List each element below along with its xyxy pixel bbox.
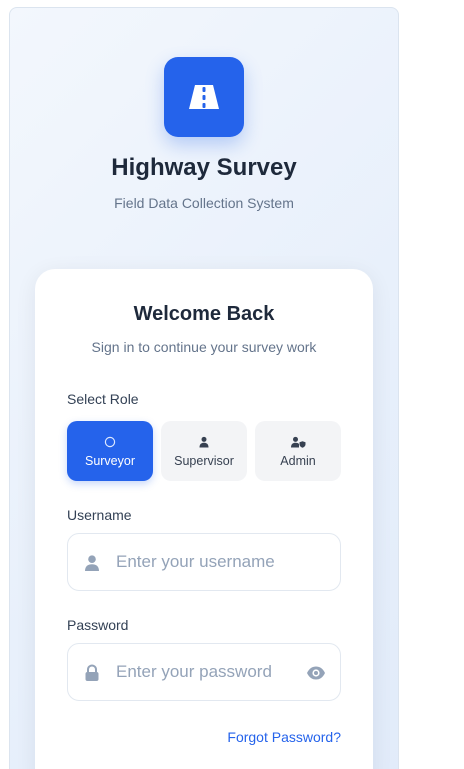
role-button-surveyor[interactable]: Surveyor	[67, 421, 153, 481]
circle-icon	[104, 435, 116, 449]
role-label-surveyor: Surveyor	[84, 453, 136, 468]
welcome-subheading: Sign in to continue your survey work	[91, 339, 317, 355]
app-logo	[164, 57, 244, 137]
password-label: Password	[67, 617, 129, 633]
username-input[interactable]	[116, 534, 306, 590]
lock-icon	[83, 664, 101, 682]
role-select-label: Select Role	[67, 391, 139, 407]
user-icon	[198, 435, 210, 449]
username-label: Username	[67, 507, 132, 523]
password-field[interactable]	[67, 643, 341, 701]
eye-icon[interactable]	[306, 663, 326, 683]
user-icon	[83, 554, 101, 572]
role-button-admin[interactable]: Admin	[255, 421, 341, 481]
password-input[interactable]	[116, 644, 306, 700]
role-label-supervisor: Supervisor	[174, 453, 234, 468]
role-button-supervisor[interactable]: Supervisor	[161, 421, 247, 481]
welcome-heading: Welcome Back	[133, 303, 275, 325]
user-shield-icon	[290, 435, 306, 449]
road-icon	[189, 85, 219, 109]
role-label-admin: Admin	[280, 453, 316, 468]
username-field[interactable]	[67, 533, 341, 591]
forgot-password-link[interactable]: Forgot Password?	[227, 729, 341, 745]
app-subtitle: Field Data Collection System	[114, 195, 294, 211]
app-title: Highway Survey	[111, 154, 297, 181]
